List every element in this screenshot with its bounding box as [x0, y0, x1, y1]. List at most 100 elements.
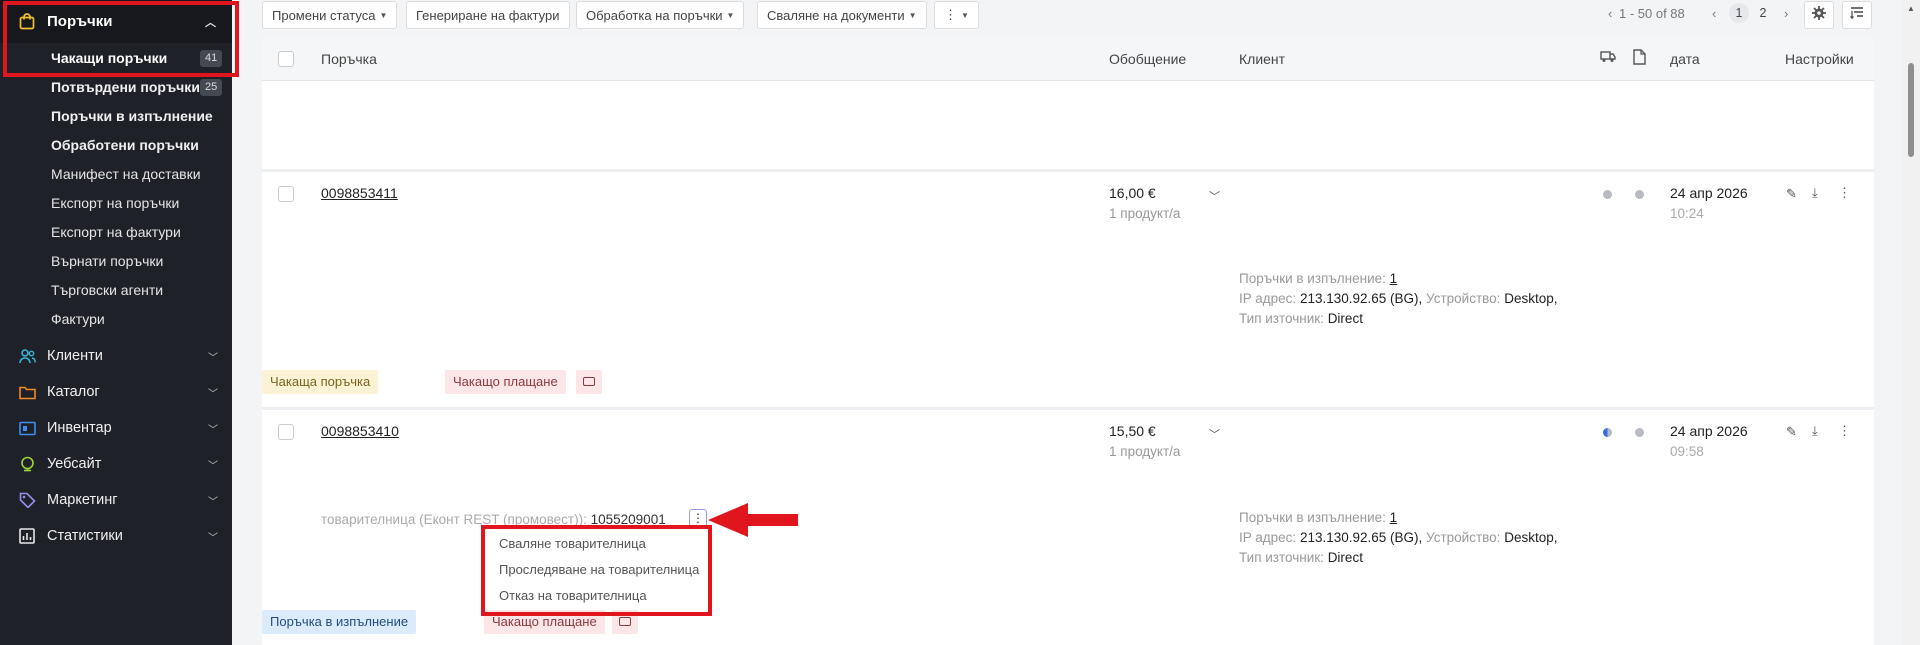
order-time: 10:24 [1670, 206, 1704, 221]
chevron-down-icon: ﹀ [208, 497, 218, 508]
sidebar: Поръчки ︿ Чакащи поръчки 41 Потвърдени п… [0, 0, 232, 645]
source-type: Тип източник: Direct [1239, 550, 1363, 565]
edit-icon[interactable]: ✎ [1786, 424, 1797, 440]
sidebar-item-invoices[interactable]: Фактури [51, 309, 105, 329]
users-icon [18, 347, 36, 365]
orders-in-progress: Поръчки в изпълнение: 1 [1239, 510, 1397, 525]
sidebar-item-label: Маркетинг [47, 492, 118, 508]
download-icon[interactable]: ⤓ [1812, 185, 1818, 201]
gear-icon [1812, 5, 1826, 25]
chart-icon [18, 527, 36, 545]
caret-down-icon: ▼ [908, 10, 917, 20]
device-label: Устройство: [1426, 291, 1501, 306]
page-2-button[interactable]: 2 [1753, 3, 1773, 23]
chevron-down-icon: ﹀ [208, 353, 218, 364]
table-header: Поръчка Обобщение Клиент дата Настройки [262, 37, 1874, 81]
order-number-link[interactable]: 0098853411 [321, 185, 398, 201]
orders-in-progress-link[interactable]: 1 [1390, 510, 1398, 525]
document-status-dot [1635, 190, 1644, 199]
orders-in-progress-link[interactable]: 1 [1390, 271, 1398, 286]
sidebar-item-marketing[interactable]: Маркетинг ﹀ [18, 489, 218, 511]
more-vertical-icon: ⋮ [692, 511, 704, 525]
sidebar-item-export-orders[interactable]: Експорт на поръчки [51, 193, 179, 213]
highlight-box-dropdown [481, 525, 712, 616]
ip-address: IP адрес: 213.130.92.65 (BG), Устройство… [1239, 530, 1557, 545]
globe-icon [18, 455, 36, 473]
sidebar-item-website[interactable]: Уебсайт ﹀ [18, 453, 218, 475]
sidebar-item-label: Клиенти [47, 348, 103, 364]
truck-icon [1600, 50, 1616, 66]
row-checkbox[interactable] [278, 186, 294, 202]
order-products: 1 продукт/а [1109, 444, 1181, 459]
scroll-up-icon[interactable]: ▲ [1907, 4, 1915, 13]
prev-page-icon[interactable]: ‹ [1712, 6, 1716, 21]
change-status-button[interactable]: Промени статуса ▼ [262, 1, 398, 29]
order-date: 24 апр 2026 [1670, 423, 1748, 439]
caret-down-icon: ▼ [961, 10, 969, 20]
sidebar-item-sales-agents[interactable]: Търговски агенти [51, 280, 163, 300]
ip-address: IP адрес: 213.130.92.65 (BG), Устройство… [1239, 291, 1557, 306]
generate-invoices-label: Генериране на фактури [416, 7, 560, 23]
app-root: Поръчки ︿ Чакащи поръчки 41 Потвърдени п… [0, 0, 1920, 645]
sidebar-item-catalog[interactable]: Каталог ﹀ [18, 381, 218, 403]
chevron-down-icon: ﹀ [208, 425, 218, 436]
generate-invoices-button[interactable]: Генериране на фактури [406, 1, 570, 29]
sidebar-item-label: Инвентар [47, 420, 112, 436]
order-products: 1 продукт/а [1109, 206, 1181, 221]
prev-range-icon[interactable]: ‹ [1608, 6, 1612, 21]
tag-icon [18, 491, 36, 509]
edit-icon[interactable]: ✎ [1786, 186, 1797, 202]
order-date: 24 апр 2026 [1670, 185, 1748, 201]
ip-value: 213.130.92.65 (BG), [1299, 291, 1423, 306]
chevron-down-icon[interactable]: ﹀ [1209, 426, 1220, 442]
change-status-label: Промени статуса [272, 7, 376, 23]
more-vertical-icon[interactable]: ⋮ [1838, 185, 1851, 201]
inventory-icon [18, 419, 36, 437]
download-documents-button[interactable]: Сваляне на документи ▼ [757, 1, 927, 29]
download-documents-label: Сваляне на документи [767, 7, 905, 23]
order-number-link[interactable]: 0098853410 [321, 423, 399, 439]
settings-button[interactable] [1804, 1, 1834, 29]
sidebar-item-statistics[interactable]: Статистики ﹀ [18, 525, 218, 547]
process-orders-button[interactable]: Обработка на поръчки ▼ [576, 1, 745, 29]
sidebar-item-processed-orders[interactable]: Обработени поръчки [51, 135, 199, 155]
device-value: Desktop, [1504, 291, 1558, 306]
device-label: Устройство: [1426, 530, 1501, 545]
sidebar-item-inventory[interactable]: Инвентар ﹀ [18, 417, 218, 439]
caret-down-icon: ▼ [726, 10, 735, 20]
sort-list-icon [1850, 6, 1864, 25]
sidebar-item-clients[interactable]: Клиенти ﹀ [18, 345, 218, 367]
chevron-down-icon[interactable]: ﹀ [1209, 188, 1220, 204]
payment-type-badge [576, 370, 602, 394]
sidebar-item-delivery-manifest[interactable]: Манифест на доставки [51, 164, 201, 184]
annotation-arrow-icon [708, 503, 798, 537]
more-actions-button[interactable]: ⋮ ▼ [934, 1, 979, 29]
row-checkbox[interactable] [278, 424, 294, 440]
sidebar-item-label: Статистики [47, 528, 123, 544]
header-client: Клиент [1239, 51, 1286, 67]
header-order: Поръчка [321, 51, 377, 67]
process-orders-label: Обработка на поръчки [586, 7, 723, 23]
sidebar-item-orders-in-progress[interactable]: Поръчки в изпълнение [51, 106, 213, 126]
page-scrollbar[interactable]: ▲ [1902, 0, 1920, 645]
select-all-checkbox[interactable] [278, 51, 294, 67]
sidebar-item-confirmed-orders[interactable]: Потвърдени поръчки [51, 77, 200, 97]
caret-down-icon: ▼ [379, 10, 388, 20]
sidebar-item-returned-orders[interactable]: Върнати поръчки [51, 251, 163, 271]
download-icon[interactable]: ⤓ [1812, 423, 1818, 439]
header-settings: Настройки [1785, 51, 1854, 67]
page-range: 1 - 50 of 88 [1619, 6, 1685, 21]
shipping-status-dot [1603, 190, 1612, 199]
columns-button[interactable] [1842, 1, 1872, 29]
more-vertical-icon[interactable]: ⋮ [1838, 423, 1851, 439]
scrollbar-thumb[interactable] [1908, 63, 1914, 157]
ip-label: IP адрес: [1239, 530, 1297, 545]
page-1-button[interactable]: 1 [1729, 3, 1749, 23]
next-page-icon[interactable]: › [1784, 6, 1788, 21]
header-date: дата [1670, 51, 1700, 67]
sidebar-item-export-invoices[interactable]: Експорт на фактури [51, 222, 181, 242]
source-label: Тип източник: [1239, 550, 1324, 565]
card-icon [619, 617, 631, 626]
source-value: Direct [1327, 311, 1363, 326]
payment-badge: Чакащо плащане [445, 370, 566, 394]
